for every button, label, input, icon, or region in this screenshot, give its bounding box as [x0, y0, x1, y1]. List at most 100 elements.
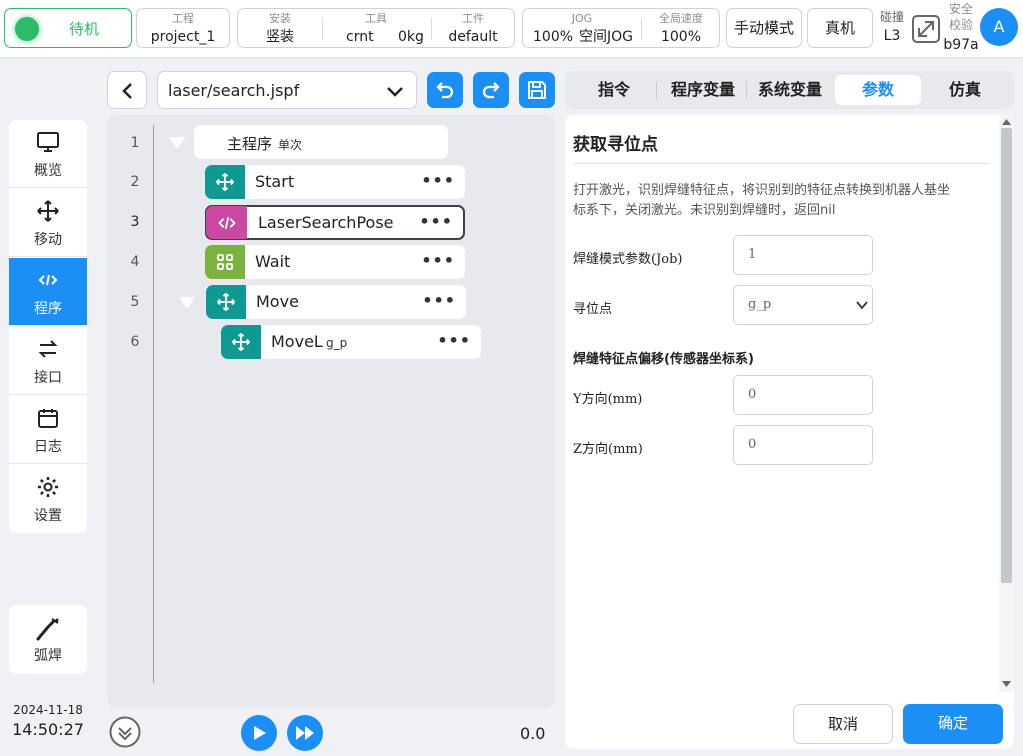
manual-mode-button[interactable]: 手动模式: [726, 8, 802, 48]
line-number: 1: [130, 135, 140, 151]
main-program-block[interactable]: 主程序 单次: [194, 125, 448, 159]
tree-line: [153, 125, 154, 683]
safety-value: b97a: [943, 37, 979, 53]
tab-parameters[interactable]: 参数: [835, 75, 921, 105]
tab-program-variables[interactable]: 程序变量: [660, 75, 746, 105]
scroll-down-arrow-icon[interactable]: [1002, 681, 1011, 687]
speed-label: 全局速度: [659, 12, 703, 25]
speed-value: 100%: [660, 29, 702, 45]
code-icon: [38, 274, 58, 286]
line-number: 2: [130, 174, 140, 190]
params-title: 获取寻位点: [573, 135, 658, 155]
status-dot-icon: [15, 17, 39, 41]
safety-label-2: 校验: [948, 18, 973, 32]
block-start[interactable]: Start •••: [205, 165, 465, 199]
weld-button[interactable]: 弧焊: [9, 605, 87, 674]
more-icon[interactable]: •••: [422, 291, 456, 310]
collapse-triangle-icon[interactable]: [178, 296, 196, 310]
step-run-button[interactable]: [287, 715, 323, 751]
status-badge[interactable]: 待机: [4, 8, 132, 48]
tool-value: crnt: [346, 29, 374, 45]
y-offset-input[interactable]: 0: [733, 375, 873, 415]
scroll-down-icon[interactable]: [108, 715, 142, 749]
cancel-button[interactable]: 取消: [793, 704, 893, 744]
chevron-down-icon: [387, 87, 403, 97]
time-text: 14:50:27: [12, 720, 84, 739]
safety-label-1: 安全: [948, 2, 973, 16]
line-number: 6: [130, 334, 140, 350]
weld-label: 弧焊: [34, 648, 62, 664]
save-button[interactable]: [519, 72, 555, 108]
block-movel[interactable]: MoveL g_p •••: [221, 325, 481, 359]
ok-button[interactable]: 确定: [903, 704, 1003, 744]
nav-label: 概览: [34, 163, 62, 179]
divider: [573, 163, 990, 164]
play-icon: [254, 726, 266, 740]
redo-icon: [482, 82, 500, 99]
date-text: 2024-11-18: [13, 703, 83, 717]
weld-torch-icon: [36, 618, 59, 641]
offset-section-title: 焊缝特征点偏移(传感器坐标系): [573, 352, 754, 367]
collapse-triangle-icon[interactable]: [168, 136, 186, 150]
nav-item-program[interactable]: 程序: [9, 258, 87, 326]
file-name: laser/search.jspf: [168, 81, 300, 100]
tab-instructions[interactable]: 指令: [572, 75, 656, 105]
side-nav: 概览 移动 程序 接口 日志 设置: [9, 120, 87, 533]
nav-item-settings[interactable]: 设置: [9, 465, 87, 533]
undo-icon: [436, 82, 454, 99]
jog-speed-box[interactable]: JOG 100% 空间JOG 全局速度 100%: [522, 8, 720, 48]
point-select[interactable]: g_p: [733, 285, 873, 325]
real-machine-button[interactable]: 真机: [807, 8, 873, 48]
job-label: 焊缝模式参数(Job): [573, 252, 683, 267]
code-icon: [218, 216, 236, 230]
jog-mode: 空间JOG: [579, 29, 633, 45]
block-laser-search-pose[interactable]: LaserSearchPose •••: [205, 205, 465, 240]
more-icon[interactable]: •••: [419, 212, 453, 231]
install-value: 竖装: [266, 29, 294, 45]
file-select[interactable]: laser/search.jspf: [157, 71, 417, 109]
nav-item-log[interactable]: 日志: [9, 396, 87, 464]
move-icon: [232, 333, 250, 351]
tool-weight: 0kg: [398, 29, 424, 45]
block-wait[interactable]: Wait •••: [205, 245, 465, 279]
collision-value: L3: [883, 28, 901, 44]
redo-button[interactable]: [473, 72, 509, 108]
project-label: 工程: [172, 12, 194, 25]
progress-value: 0.0: [520, 724, 546, 743]
nav-item-move[interactable]: 移动: [9, 189, 87, 257]
install-tool-box[interactable]: 安装 竖装 工具 crnt 0kg 工件 default: [237, 8, 515, 48]
install-label: 安装: [269, 12, 291, 25]
z-offset-input[interactable]: 0: [733, 425, 873, 465]
calendar-icon: [38, 409, 58, 428]
more-icon[interactable]: •••: [421, 171, 455, 190]
job-input[interactable]: 1: [733, 235, 873, 275]
more-icon[interactable]: •••: [421, 251, 455, 270]
nav-item-overview[interactable]: 概览: [9, 120, 87, 188]
scroll-up-arrow-icon[interactable]: [1002, 119, 1011, 125]
block-label: Start: [255, 172, 295, 191]
block-label: Move: [256, 292, 299, 311]
tool-label: 工具: [365, 12, 387, 25]
project-box[interactable]: 工程 project_1: [136, 8, 230, 48]
scrollbar-thumb[interactable]: [1001, 128, 1012, 583]
block-label: Wait: [255, 252, 291, 271]
point-label: 寻位点: [573, 302, 613, 317]
nav-item-interface[interactable]: 接口: [9, 327, 87, 395]
z-offset-label: Z方向(mm): [573, 442, 643, 457]
back-button[interactable]: [107, 71, 147, 109]
expand-icon[interactable]: [911, 14, 941, 44]
scrollbar-track[interactable]: [999, 115, 1014, 692]
params-desc-line1: 打开激光，识别焊缝特征点，将识别到的特征点转换到机器人基坐: [573, 183, 951, 198]
avatar[interactable]: A: [980, 8, 1018, 46]
params-desc-line2: 标系下，关闭激光。未识别到焊缝时，返回nil: [573, 203, 836, 218]
tab-system-variables[interactable]: 系统变量: [748, 75, 832, 105]
block-move[interactable]: Move •••: [206, 285, 466, 319]
move-icon: [216, 173, 234, 191]
undo-button[interactable]: [427, 72, 463, 108]
chevron-left-icon: [122, 83, 132, 99]
run-button[interactable]: [241, 715, 277, 751]
more-icon[interactable]: •••: [437, 331, 471, 350]
tab-simulation[interactable]: 仿真: [923, 75, 1007, 105]
jog-label: JOG: [571, 12, 593, 25]
move-icon: [217, 293, 235, 311]
